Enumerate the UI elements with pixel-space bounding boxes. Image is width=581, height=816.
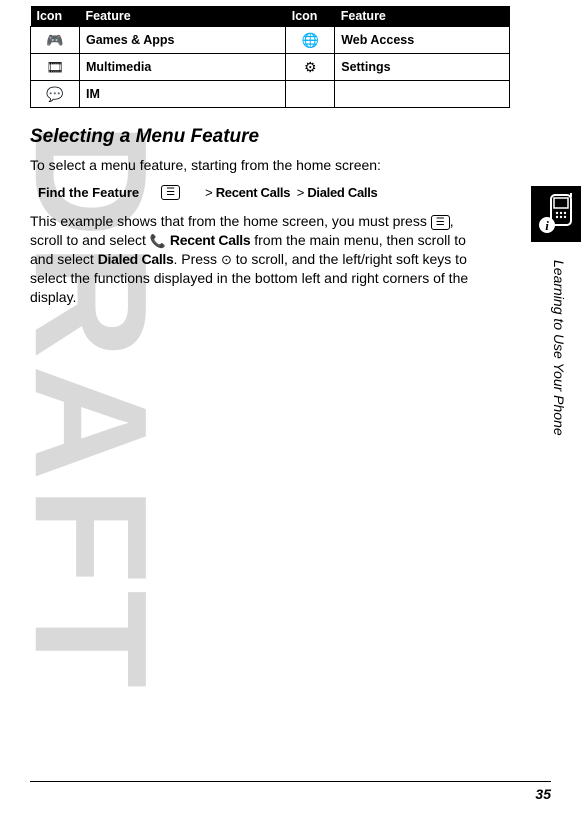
find-label: Find the Feature xyxy=(38,185,139,200)
feature-cell: Web Access xyxy=(335,27,510,54)
feature-cell xyxy=(335,81,510,108)
path-sep: > xyxy=(297,185,305,200)
recent-calls-label: Recent Calls xyxy=(170,232,250,248)
side-chapter-label: Learning to Use Your Phone xyxy=(549,260,571,560)
find-path: >Recent Calls >Dialed Calls xyxy=(202,185,377,200)
footer-rule xyxy=(30,781,551,782)
table-row: 💬 IM xyxy=(31,81,510,108)
feature-cell: Multimedia xyxy=(80,54,286,81)
multimedia-icon: 🎞 xyxy=(46,60,64,74)
page-number: 35 xyxy=(535,786,551,802)
dialed-calls-label: Dialed Calls xyxy=(98,251,174,267)
th-feature-2: Feature xyxy=(335,6,510,27)
feature-cell: Games & Apps xyxy=(80,27,286,54)
body-text: This example shows that from the home sc… xyxy=(30,213,431,229)
table-row: 🎞 Multimedia ⚙ Settings xyxy=(31,54,510,81)
th-icon-1: Icon xyxy=(31,6,80,27)
table-row: 🎮 Games & Apps 🌐 Web Access xyxy=(31,27,510,54)
path-recent-calls: Recent Calls xyxy=(216,185,290,200)
nav-key-icon: ⊙ xyxy=(221,251,232,269)
section-title: Selecting a Menu Feature xyxy=(30,126,551,148)
settings-icon: ⚙ xyxy=(304,60,317,74)
body-paragraph: This example shows that from the home sc… xyxy=(30,212,490,307)
th-feature-1: Feature xyxy=(80,6,286,27)
im-icon: 💬 xyxy=(46,87,63,101)
feature-cell: Settings xyxy=(335,54,510,81)
intro-text: To select a menu feature, starting from … xyxy=(30,156,490,175)
path-sep: > xyxy=(205,185,213,200)
th-icon-2: Icon xyxy=(286,6,335,27)
find-feature-row: Find the Feature ☰ >Recent Calls >Dialed… xyxy=(38,185,551,200)
feature-table: Icon Feature Icon Feature 🎮 Games & Apps… xyxy=(30,6,510,108)
side-chapter-text: Learning to Use Your Phone xyxy=(551,260,567,436)
web-access-icon: 🌐 xyxy=(302,33,319,47)
path-dialed-calls: Dialed Calls xyxy=(307,185,377,200)
body-text: . Press xyxy=(173,251,220,267)
menu-key-icon: ☰ xyxy=(161,185,180,200)
recent-calls-icon: 📞 xyxy=(150,233,166,248)
menu-key-icon: ☰ xyxy=(431,215,450,230)
games-apps-icon: 🎮 xyxy=(46,33,63,47)
feature-cell: IM xyxy=(80,81,286,108)
